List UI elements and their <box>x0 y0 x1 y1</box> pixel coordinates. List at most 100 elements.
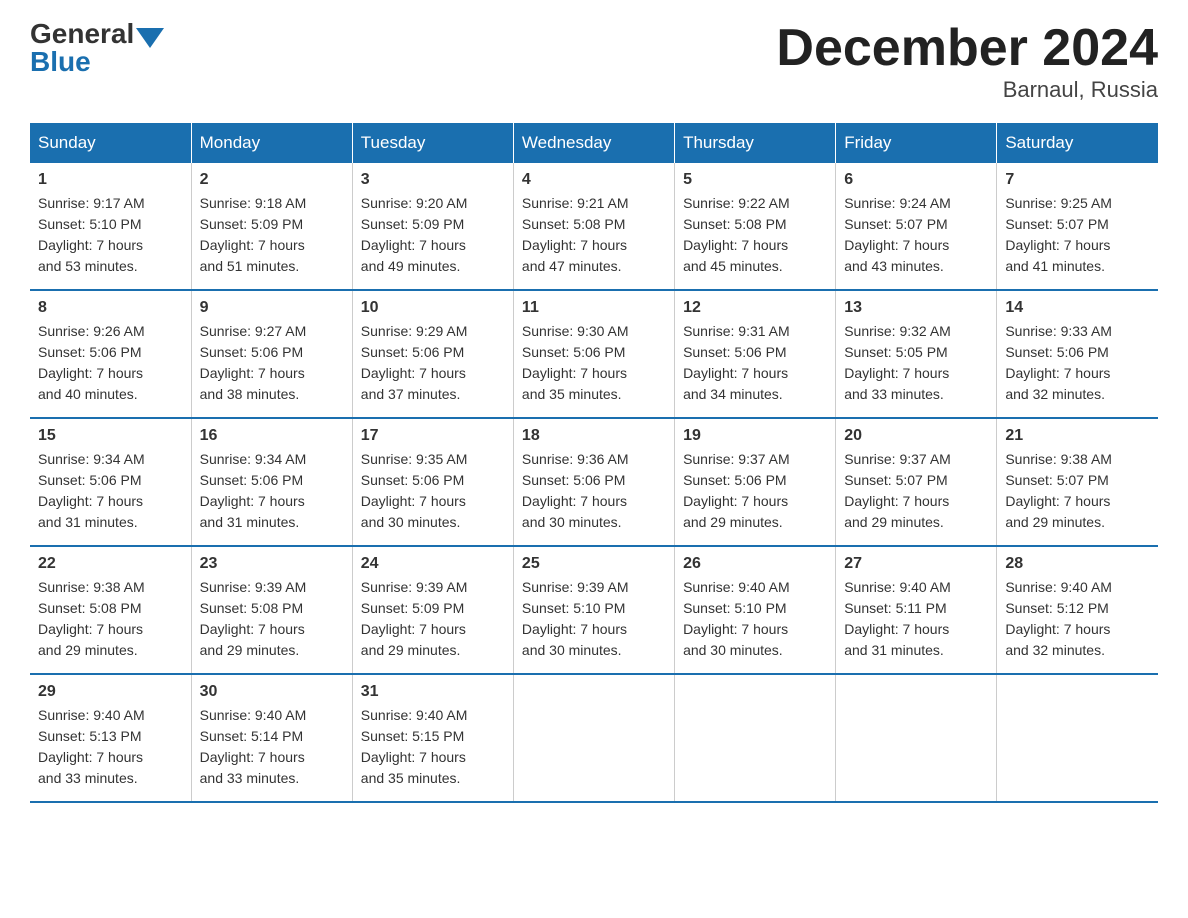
day-of-week-header: Tuesday <box>352 123 513 163</box>
day-info: Sunrise: 9:31 AM Sunset: 5:06 PM Dayligh… <box>683 321 827 405</box>
calendar-cell: 23 Sunrise: 9:39 AM Sunset: 5:08 PM Dayli… <box>191 546 352 674</box>
calendar-cell: 11 Sunrise: 9:30 AM Sunset: 5:06 PM Dayli… <box>513 290 674 418</box>
calendar-cell: 10 Sunrise: 9:29 AM Sunset: 5:06 PM Dayli… <box>352 290 513 418</box>
day-info: Sunrise: 9:33 AM Sunset: 5:06 PM Dayligh… <box>1005 321 1150 405</box>
calendar-cell: 2 Sunrise: 9:18 AM Sunset: 5:09 PM Daylig… <box>191 163 352 290</box>
calendar-cell: 5 Sunrise: 9:22 AM Sunset: 5:08 PM Daylig… <box>675 163 836 290</box>
calendar-cell: 22Sunrise: 9:38 AM Sunset: 5:08 PM Dayli… <box>30 546 191 674</box>
day-info: Sunrise: 9:25 AM Sunset: 5:07 PM Dayligh… <box>1005 193 1150 277</box>
day-info: Sunrise: 9:22 AM Sunset: 5:08 PM Dayligh… <box>683 193 827 277</box>
day-number: 16 <box>200 427 344 445</box>
day-number: 15 <box>38 427 183 445</box>
day-number: 6 <box>844 171 988 189</box>
calendar-cell: 16 Sunrise: 9:34 AM Sunset: 5:06 PM Dayli… <box>191 418 352 546</box>
day-info: Sunrise: 9:29 AM Sunset: 5:06 PM Dayligh… <box>361 321 505 405</box>
day-info: Sunrise: 9:38 AM Sunset: 5:08 PM Dayligh… <box>38 577 183 661</box>
day-number: 30 <box>200 683 344 701</box>
month-title: December 2024 <box>776 20 1158 77</box>
calendar-cell: 7 Sunrise: 9:25 AM Sunset: 5:07 PM Daylig… <box>997 163 1158 290</box>
day-info: Sunrise: 9:34 AM Sunset: 5:06 PM Dayligh… <box>200 449 344 533</box>
calendar-week-row: 29 Sunrise: 9:40 AM Sunset: 5:13 PM Dayli… <box>30 674 1158 802</box>
day-of-week-header: Sunday <box>30 123 191 163</box>
calendar-cell: 18 Sunrise: 9:36 AM Sunset: 5:06 PM Dayli… <box>513 418 674 546</box>
day-number: 27 <box>844 555 988 573</box>
day-of-week-header: Friday <box>836 123 997 163</box>
day-info: Sunrise: 9:40 AM Sunset: 5:13 PM Dayligh… <box>38 705 183 789</box>
day-number: 13 <box>844 299 988 317</box>
calendar-week-row: 22Sunrise: 9:38 AM Sunset: 5:08 PM Dayli… <box>30 546 1158 674</box>
day-number: 26 <box>683 555 827 573</box>
day-number: 5 <box>683 171 827 189</box>
day-number: 20 <box>844 427 988 445</box>
calendar-cell <box>513 674 674 802</box>
logo: General Blue <box>30 20 164 76</box>
day-info: Sunrise: 9:27 AM Sunset: 5:06 PM Dayligh… <box>200 321 344 405</box>
day-info: Sunrise: 9:24 AM Sunset: 5:07 PM Dayligh… <box>844 193 988 277</box>
day-number: 11 <box>522 299 666 317</box>
calendar-cell: 1 Sunrise: 9:17 AM Sunset: 5:10 PM Daylig… <box>30 163 191 290</box>
calendar-cell: 13Sunrise: 9:32 AM Sunset: 5:05 PM Dayli… <box>836 290 997 418</box>
day-of-week-header: Thursday <box>675 123 836 163</box>
day-number: 1 <box>38 171 183 189</box>
calendar-cell: 26 Sunrise: 9:40 AM Sunset: 5:10 PM Dayli… <box>675 546 836 674</box>
day-info: Sunrise: 9:40 AM Sunset: 5:15 PM Dayligh… <box>361 705 505 789</box>
day-info: Sunrise: 9:18 AM Sunset: 5:09 PM Dayligh… <box>200 193 344 277</box>
day-of-week-header: Wednesday <box>513 123 674 163</box>
day-number: 7 <box>1005 171 1150 189</box>
day-info: Sunrise: 9:40 AM Sunset: 5:14 PM Dayligh… <box>200 705 344 789</box>
logo-blue-text: Blue <box>30 46 91 77</box>
calendar-week-row: 1 Sunrise: 9:17 AM Sunset: 5:10 PM Daylig… <box>30 163 1158 290</box>
day-number: 23 <box>200 555 344 573</box>
calendar-week-row: 8 Sunrise: 9:26 AM Sunset: 5:06 PM Daylig… <box>30 290 1158 418</box>
day-number: 18 <box>522 427 666 445</box>
day-info: Sunrise: 9:34 AM Sunset: 5:06 PM Dayligh… <box>38 449 183 533</box>
calendar-cell: 14 Sunrise: 9:33 AM Sunset: 5:06 PM Dayli… <box>997 290 1158 418</box>
day-info: Sunrise: 9:20 AM Sunset: 5:09 PM Dayligh… <box>361 193 505 277</box>
day-info: Sunrise: 9:36 AM Sunset: 5:06 PM Dayligh… <box>522 449 666 533</box>
day-number: 19 <box>683 427 827 445</box>
day-of-week-header: Monday <box>191 123 352 163</box>
page-header: General Blue December 2024 Barnaul, Russ… <box>30 20 1158 103</box>
logo-general-text: General <box>30 20 134 48</box>
day-number: 2 <box>200 171 344 189</box>
day-info: Sunrise: 9:39 AM Sunset: 5:09 PM Dayligh… <box>361 577 505 661</box>
day-number: 17 <box>361 427 505 445</box>
location-text: Barnaul, Russia <box>776 77 1158 103</box>
calendar-cell <box>997 674 1158 802</box>
day-info: Sunrise: 9:39 AM Sunset: 5:08 PM Dayligh… <box>200 577 344 661</box>
day-info: Sunrise: 9:30 AM Sunset: 5:06 PM Dayligh… <box>522 321 666 405</box>
day-number: 25 <box>522 555 666 573</box>
calendar-cell: 19Sunrise: 9:37 AM Sunset: 5:06 PM Dayli… <box>675 418 836 546</box>
day-info: Sunrise: 9:17 AM Sunset: 5:10 PM Dayligh… <box>38 193 183 277</box>
calendar-cell: 27Sunrise: 9:40 AM Sunset: 5:11 PM Dayli… <box>836 546 997 674</box>
title-block: December 2024 Barnaul, Russia <box>776 20 1158 103</box>
calendar-cell: 6 Sunrise: 9:24 AM Sunset: 5:07 PM Daylig… <box>836 163 997 290</box>
calendar-week-row: 15 Sunrise: 9:34 AM Sunset: 5:06 PM Dayli… <box>30 418 1158 546</box>
day-number: 12 <box>683 299 827 317</box>
logo-arrow-icon <box>136 28 164 48</box>
day-of-week-header: Saturday <box>997 123 1158 163</box>
calendar-cell <box>836 674 997 802</box>
calendar-cell: 3Sunrise: 9:20 AM Sunset: 5:09 PM Daylig… <box>352 163 513 290</box>
day-number: 31 <box>361 683 505 701</box>
day-number: 9 <box>200 299 344 317</box>
day-number: 28 <box>1005 555 1150 573</box>
calendar-cell: 21Sunrise: 9:38 AM Sunset: 5:07 PM Dayli… <box>997 418 1158 546</box>
day-number: 8 <box>38 299 183 317</box>
calendar-cell: 24 Sunrise: 9:39 AM Sunset: 5:09 PM Dayli… <box>352 546 513 674</box>
calendar-cell: 4Sunrise: 9:21 AM Sunset: 5:08 PM Daylig… <box>513 163 674 290</box>
calendar-cell: 28Sunrise: 9:40 AM Sunset: 5:12 PM Dayli… <box>997 546 1158 674</box>
day-info: Sunrise: 9:40 AM Sunset: 5:10 PM Dayligh… <box>683 577 827 661</box>
day-number: 29 <box>38 683 183 701</box>
day-number: 24 <box>361 555 505 573</box>
calendar-cell: 25 Sunrise: 9:39 AM Sunset: 5:10 PM Dayli… <box>513 546 674 674</box>
calendar-cell: 30 Sunrise: 9:40 AM Sunset: 5:14 PM Dayli… <box>191 674 352 802</box>
day-info: Sunrise: 9:26 AM Sunset: 5:06 PM Dayligh… <box>38 321 183 405</box>
day-number: 14 <box>1005 299 1150 317</box>
day-info: Sunrise: 9:37 AM Sunset: 5:07 PM Dayligh… <box>844 449 988 533</box>
day-number: 10 <box>361 299 505 317</box>
calendar-table: SundayMondayTuesdayWednesdayThursdayFrid… <box>30 123 1158 803</box>
day-info: Sunrise: 9:39 AM Sunset: 5:10 PM Dayligh… <box>522 577 666 661</box>
day-number: 21 <box>1005 427 1150 445</box>
calendar-cell: 31 Sunrise: 9:40 AM Sunset: 5:15 PM Dayli… <box>352 674 513 802</box>
